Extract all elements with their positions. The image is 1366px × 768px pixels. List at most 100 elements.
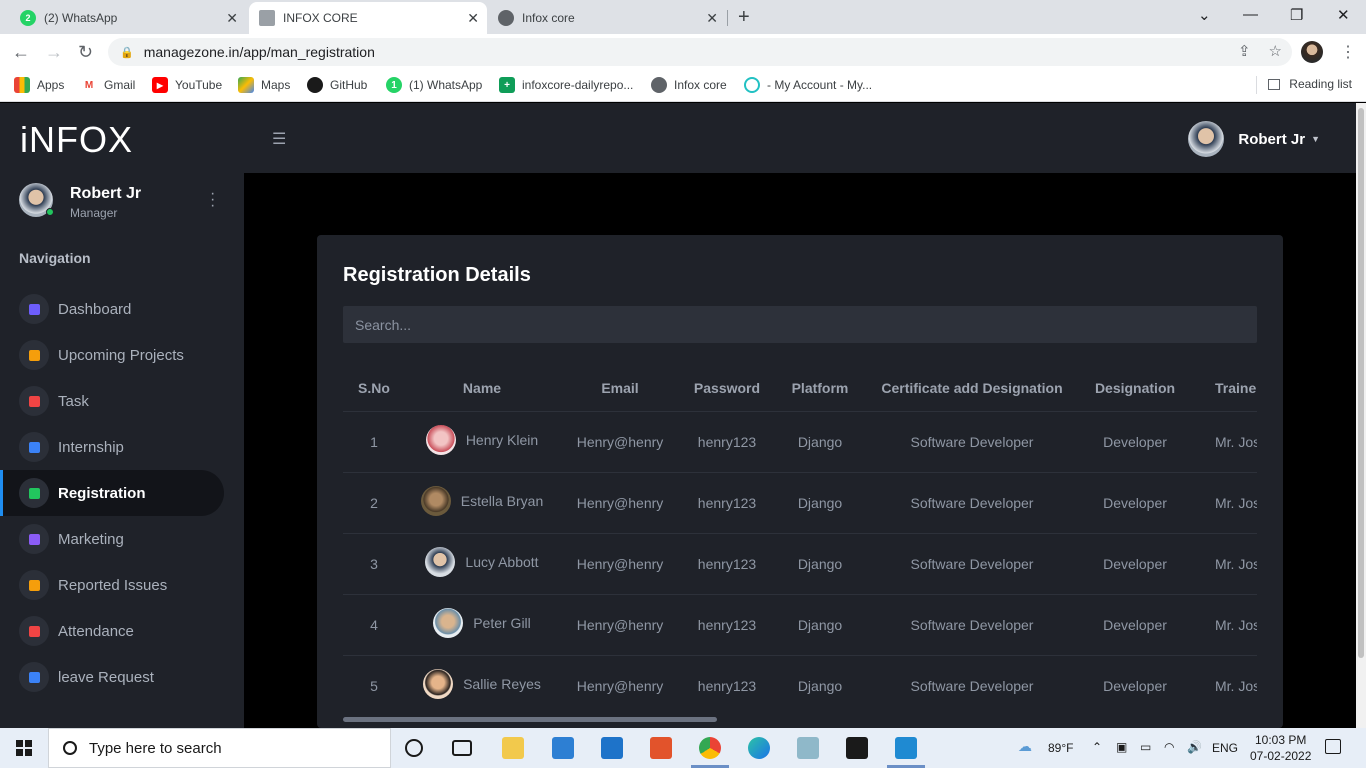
- cell-name: Sallie Reyes: [405, 655, 559, 715]
- app-logo[interactable]: iNFOX: [20, 119, 133, 161]
- meet-now-icon[interactable]: ▣: [1116, 740, 1127, 754]
- tab-search-chevron-icon[interactable]: ⌄: [1198, 6, 1211, 24]
- table-row[interactable]: 4 Peter Gill Henry@henry henry123 Django…: [343, 594, 1257, 656]
- nav-section-title: Navigation: [19, 250, 91, 266]
- bookmark-gmail[interactable]: M Gmail: [81, 77, 136, 93]
- page-scrollbar-thumb[interactable]: [1358, 108, 1364, 658]
- browser-menu-icon[interactable]: ⋮: [1340, 42, 1356, 62]
- sidebar-item-leave-request[interactable]: leave Request: [0, 654, 244, 700]
- language-indicator[interactable]: ENG: [1212, 741, 1238, 755]
- sidebar-item-upcoming-projects[interactable]: Upcoming Projects: [0, 332, 244, 378]
- url-field[interactable]: 🔒 managezone.in/app/man_registration ⇪ ☆: [108, 38, 1292, 66]
- sidebar-item-reported-issues[interactable]: Reported Issues: [0, 562, 244, 608]
- office-icon[interactable]: [650, 737, 672, 759]
- avatar: [423, 669, 454, 699]
- chevron-up-icon[interactable]: ⌃: [1092, 740, 1102, 754]
- column-header-password[interactable]: Password: [681, 365, 773, 412]
- sheets-icon: +: [499, 77, 515, 93]
- bookmark-github[interactable]: GitHub: [307, 77, 367, 93]
- share-icon[interactable]: ⇪: [1238, 42, 1251, 60]
- cortana-icon[interactable]: [405, 739, 423, 757]
- bookmark-infox-core[interactable]: Infox core: [651, 77, 727, 93]
- bookmark-whatsapp[interactable]: 1 (1) WhatsApp: [386, 77, 482, 93]
- windows-start-icon[interactable]: [16, 740, 32, 756]
- close-window-icon[interactable]: ✕: [1337, 6, 1350, 24]
- sidebar-item-dashboard[interactable]: Dashboard: [0, 286, 244, 332]
- table-row[interactable]: 1 Henry Klein Henry@henry henry123 Djang…: [343, 411, 1257, 473]
- sidebar-item-internship[interactable]: Internship: [0, 424, 244, 470]
- tab-infox-core-active[interactable]: INFOX CORE ✕: [249, 2, 487, 34]
- mail-icon[interactable]: [601, 737, 623, 759]
- bookmark-star-icon[interactable]: ☆: [1269, 42, 1282, 60]
- cell-name: Lucy Abbott: [405, 533, 559, 595]
- sidebar-item-label: Upcoming Projects: [58, 346, 184, 364]
- column-header-email[interactable]: Email: [559, 365, 681, 412]
- bookmark-maps[interactable]: Maps: [238, 77, 290, 93]
- more-options-icon[interactable]: · · ·: [210, 186, 215, 214]
- cell-designation: Developer: [1077, 594, 1193, 656]
- weather-icon[interactable]: ☁: [1018, 738, 1032, 755]
- notification-icon[interactable]: [1325, 739, 1341, 754]
- user-dropdown[interactable]: Robert Jr ▼: [1188, 121, 1320, 157]
- sidebar-user-profile[interactable]: Robert Jr Manager: [19, 183, 141, 220]
- store-icon[interactable]: [552, 737, 574, 759]
- restore-icon[interactable]: ❐: [1290, 6, 1303, 24]
- column-header-platform[interactable]: Platform: [773, 365, 867, 412]
- file-explorer-icon[interactable]: [502, 737, 524, 759]
- edge-icon[interactable]: [748, 737, 770, 759]
- cell-platform: Django: [773, 411, 867, 473]
- column-header-name[interactable]: Name: [405, 365, 559, 412]
- minimize-icon[interactable]: —: [1243, 6, 1258, 23]
- cell-certificate: Software Developer: [867, 411, 1077, 473]
- tab-title: (2) WhatsApp: [44, 11, 118, 25]
- table-row[interactable]: 5 Sallie Reyes Henry@henry henry123 Djan…: [343, 655, 1257, 715]
- bookmark-youtube[interactable]: ▶ YouTube: [152, 77, 222, 93]
- back-icon[interactable]: ←: [12, 42, 30, 63]
- tab-infox-core[interactable]: Infox core ✕: [488, 2, 726, 34]
- wifi-icon[interactable]: ◠: [1164, 740, 1174, 754]
- tab-whatsapp[interactable]: 2 (2) WhatsApp ✕: [10, 2, 246, 34]
- chrome-icon[interactable]: [699, 737, 721, 759]
- bookmark-daily-report[interactable]: + infoxcore-dailyrepo...: [499, 77, 633, 93]
- volume-icon[interactable]: 🔊: [1187, 740, 1202, 754]
- reading-list-label: Reading list: [1289, 77, 1352, 91]
- task-view-icon[interactable]: [452, 740, 472, 756]
- vscode-icon[interactable]: [895, 737, 917, 759]
- form-icon: [19, 478, 49, 508]
- browser-profile-avatar[interactable]: [1301, 41, 1323, 63]
- cell-certificate: Software Developer: [867, 655, 1077, 715]
- table-row[interactable]: 3 Lucy Abbott Henry@henry henry123 Djang…: [343, 533, 1257, 595]
- terminal-icon[interactable]: [846, 737, 868, 759]
- column-header-sno[interactable]: S.No: [343, 365, 405, 412]
- column-header-designation[interactable]: Designation: [1077, 365, 1193, 412]
- bookmark-apps[interactable]: Apps: [14, 77, 64, 93]
- column-header-trainer[interactable]: Traine: [1193, 365, 1257, 412]
- sidebar-item-registration[interactable]: Registration: [0, 470, 244, 516]
- forward-icon[interactable]: →: [45, 42, 63, 63]
- search-input[interactable]: [343, 306, 1257, 343]
- bookmark-label: Gmail: [104, 78, 136, 92]
- notepad-icon[interactable]: [797, 737, 819, 759]
- sidebar-item-marketing[interactable]: Marketing: [0, 516, 244, 562]
- new-tab-icon[interactable]: +: [738, 6, 750, 29]
- weather-temp[interactable]: 89°F: [1048, 741, 1073, 755]
- reload-icon[interactable]: ↻: [78, 42, 93, 63]
- taskbar-search-box[interactable]: Type here to search: [48, 728, 391, 768]
- cell-name: Henry Klein: [405, 411, 559, 473]
- cell-trainer: Mr. Jose: [1193, 655, 1257, 715]
- bookmark-my-account[interactable]: - My Account - My...: [744, 77, 872, 93]
- reading-list-button[interactable]: Reading list: [1268, 77, 1352, 91]
- hamburger-menu-icon[interactable]: ☰: [272, 129, 286, 149]
- cube-icon: [19, 340, 49, 370]
- system-clock[interactable]: 10:03 PM 07-02-2022: [1250, 732, 1311, 764]
- battery-icon[interactable]: ▭: [1140, 740, 1151, 754]
- sidebar-item-task[interactable]: Task: [0, 378, 244, 424]
- column-header-certificate[interactable]: Certificate add Designation: [867, 365, 1077, 412]
- close-tab-icon[interactable]: ✕: [467, 10, 479, 27]
- close-tab-icon[interactable]: ✕: [706, 10, 718, 27]
- cell-sno: 1: [343, 411, 405, 473]
- sidebar-item-attendance[interactable]: Attendance: [0, 608, 244, 654]
- table-row[interactable]: 2 Estella Bryan Henry@henry henry123 Dja…: [343, 472, 1257, 534]
- close-tab-icon[interactable]: ✕: [226, 10, 238, 27]
- table-horizontal-scrollbar[interactable]: [343, 717, 717, 722]
